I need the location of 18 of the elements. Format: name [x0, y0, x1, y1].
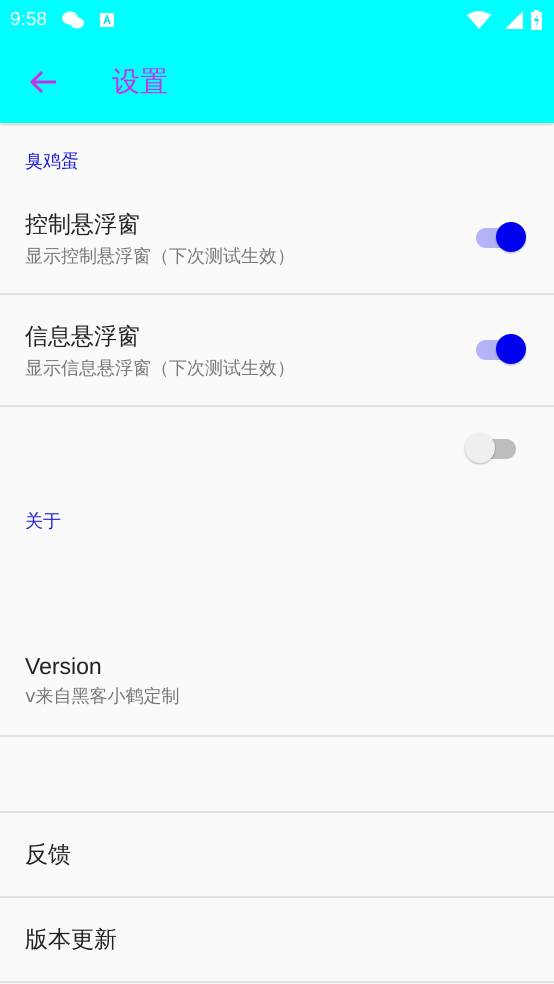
section-header: 臭鸡蛋 [25, 151, 79, 172]
wifi-icon [467, 11, 491, 29]
screen-title: 设置 [112, 64, 168, 100]
setting-title: 反馈 [25, 840, 72, 869]
back-arrow-icon[interactable] [30, 70, 58, 94]
setting-title: Version [25, 652, 103, 680]
setting-summary: 显示控制悬浮窗（下次测试生效） [25, 244, 296, 268]
chat-bubbles-icon [60, 10, 85, 30]
status-time: 9:58 [10, 9, 47, 31]
section-header: 关于 [25, 511, 61, 532]
setting-title: 版本更新 [25, 925, 118, 954]
battery-icon [531, 10, 542, 30]
setting-summary: 显示信息悬浮窗（下次测试生效） [25, 356, 296, 380]
setting-summary: v来自黑客小鹤定制 [25, 684, 181, 708]
notification-icon [98, 12, 115, 28]
setting-title: 控制悬浮窗 [25, 210, 141, 238]
signal-icon [505, 11, 523, 29]
setting-title: 信息悬浮窗 [25, 322, 141, 350]
